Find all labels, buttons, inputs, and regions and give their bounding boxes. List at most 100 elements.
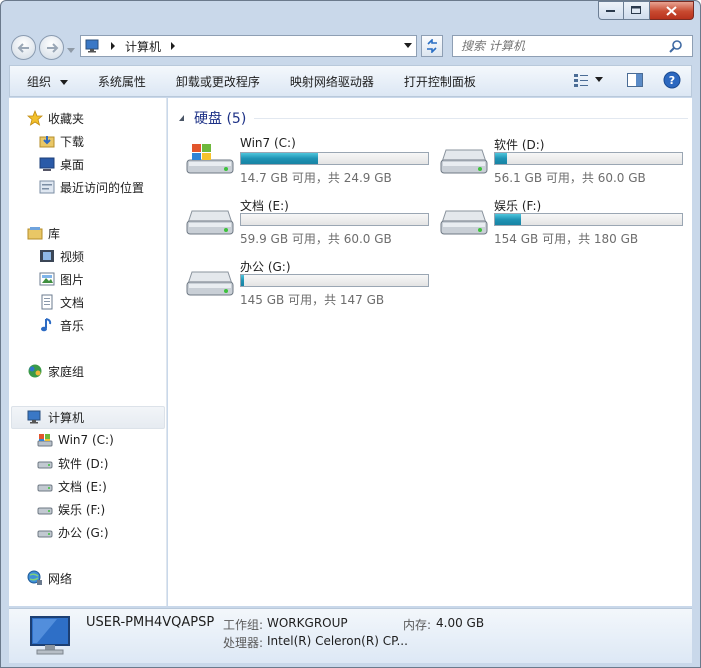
hard-drive-icon <box>37 455 53 471</box>
drive-usage-fill <box>241 275 244 286</box>
forward-button[interactable] <box>39 35 64 60</box>
nav-label: 计算机 <box>48 410 85 425</box>
chevron-down-icon <box>59 79 68 85</box>
drive-usage-bar <box>494 152 683 165</box>
nav-drive-d[interactable]: 软件 (D:) <box>37 453 108 473</box>
nav-libraries[interactable]: 库 <box>27 223 60 243</box>
address-dropdown-icon[interactable] <box>404 43 412 49</box>
back-arrow-icon <box>17 42 29 53</box>
nav-documents[interactable]: 文档 <box>39 292 84 312</box>
collapse-triangle-icon[interactable] <box>178 114 186 122</box>
chevron-down-icon <box>67 48 75 53</box>
toolbar-right: ? <box>573 71 681 89</box>
nav-label: 软件 (D:) <box>58 456 109 471</box>
nav-drive-g[interactable]: 办公 (G:) <box>37 522 109 542</box>
change-view-button[interactable] <box>573 73 603 87</box>
drive-free-space: 14.7 GB 可用，共 24.9 GB <box>240 171 392 185</box>
group-header-hard-drives[interactable]: 硬盘 (5) <box>178 108 688 128</box>
drive-tile[interactable]: 娱乐 (F:) 154 GB 可用，共 180 GB <box>440 195 690 251</box>
content-pane: 硬盘 (5) Win7 (C:) 14.7 GB 可用，共 24.9 GB 软件… <box>168 98 692 606</box>
breadcrumb-computer[interactable]: 计算机 <box>125 38 161 55</box>
drive-tile[interactable]: 文档 (E:) 59.9 GB 可用，共 60.0 GB <box>186 195 436 251</box>
drive-name: Win7 (C:) <box>240 136 296 150</box>
preview-pane-icon[interactable] <box>627 73 643 87</box>
nav-drive-f[interactable]: 娱乐 (F:) <box>37 499 105 519</box>
drive-free-space: 145 GB 可用，共 147 GB <box>240 293 385 307</box>
system-properties-button[interactable]: 系统属性 <box>81 73 159 90</box>
map-network-drive-button[interactable]: 映射网络驱动器 <box>273 73 387 90</box>
workgroup-value: WORKGROUP <box>267 616 348 630</box>
music-icon <box>39 317 55 333</box>
group-title: 硬盘 (5) <box>194 111 247 127</box>
nav-drive-c[interactable]: Win7 (C:) <box>37 430 114 450</box>
drive-usage-fill <box>495 214 522 225</box>
nav-label: 办公 (G:) <box>58 525 109 540</box>
nav-label: 音乐 <box>60 318 85 333</box>
group-divider <box>254 117 688 119</box>
breadcrumb-separator-icon[interactable] <box>169 42 177 50</box>
nav-pictures[interactable]: 图片 <box>39 269 84 289</box>
back-button[interactable] <box>11 35 36 60</box>
drive-usage-bar <box>240 274 429 287</box>
nav-music[interactable]: 音乐 <box>39 315 84 335</box>
computer-icon <box>27 409 43 425</box>
drive-free-space: 154 GB 可用，共 180 GB <box>494 232 639 246</box>
drive-usage-fill <box>241 153 318 164</box>
uninstall-program-button[interactable]: 卸载或更改程序 <box>159 73 273 90</box>
desktop-icon <box>39 156 55 172</box>
memory-value: 4.00 GB <box>436 616 485 630</box>
drive-usage-bar <box>240 213 429 226</box>
nav-computer[interactable]: 计算机 <box>27 407 84 427</box>
workgroup-label: 工作组: <box>223 618 264 632</box>
nav-homegroup[interactable]: 家庭组 <box>27 361 84 381</box>
nav-drive-e[interactable]: 文档 (E:) <box>37 476 107 496</box>
organize-menu[interactable]: 组织 <box>10 73 81 90</box>
nav-downloads[interactable]: 下载 <box>39 131 84 151</box>
computer-icon <box>85 39 99 53</box>
downloads-folder-icon <box>39 133 55 149</box>
refresh-button[interactable] <box>421 35 443 57</box>
processor-value: Intel(R) Celeron(R) CP... <box>267 634 408 648</box>
nav-label: 桌面 <box>60 157 85 172</box>
drive-tile[interactable]: 办公 (G:) 145 GB 可用，共 147 GB <box>186 256 436 312</box>
maximize-button[interactable] <box>624 1 650 20</box>
address-row: 计算机 <box>1 29 700 65</box>
drive-tile[interactable]: Win7 (C:) 14.7 GB 可用，共 24.9 GB <box>186 134 436 190</box>
maximize-icon <box>631 6 641 14</box>
drive-tile[interactable]: 软件 (D:) 56.1 GB 可用，共 60.0 GB <box>440 134 690 190</box>
drive-name: 软件 (D:) <box>494 138 545 152</box>
breadcrumb-separator-icon <box>111 42 115 50</box>
hard-drive-icon <box>37 478 53 494</box>
system-drive-icon <box>186 144 234 174</box>
hard-drive-icon <box>37 524 53 540</box>
recent-places-icon <box>39 179 55 195</box>
nav-desktop[interactable]: 桌面 <box>39 154 84 174</box>
nav-videos[interactable]: 视频 <box>39 246 84 266</box>
nav-favorites[interactable]: 收藏夹 <box>27 108 84 128</box>
search-box[interactable] <box>452 35 693 57</box>
nav-label: 网络 <box>48 571 73 586</box>
svg-text:?: ? <box>669 74 675 87</box>
nav-label: 图片 <box>60 272 85 287</box>
library-icon <box>27 225 43 241</box>
star-icon <box>27 110 43 126</box>
close-icon <box>666 5 677 16</box>
nav-recent-places[interactable]: 最近访问的位置 <box>39 177 144 197</box>
help-icon[interactable]: ? <box>663 71 681 89</box>
nav-label: Win7 (C:) <box>58 433 114 447</box>
drive-free-space: 56.1 GB 可用，共 60.0 GB <box>494 171 646 185</box>
chevron-down-icon <box>595 77 603 82</box>
address-bar[interactable]: 计算机 <box>80 35 417 57</box>
minimize-button[interactable] <box>598 1 624 20</box>
history-dropdown[interactable] <box>67 43 75 57</box>
command-bar: 组织 系统属性 卸载或更改程序 映射网络驱动器 打开控制面板 ? <box>9 65 692 97</box>
open-control-panel-button[interactable]: 打开控制面板 <box>387 73 489 90</box>
hard-drive-icon <box>186 271 234 296</box>
close-button[interactable] <box>650 1 694 20</box>
search-icon[interactable] <box>669 39 683 53</box>
search-input[interactable] <box>453 39 663 53</box>
hard-drive-icon <box>37 501 53 517</box>
nav-network[interactable]: 网络 <box>27 568 72 588</box>
drive-free-space: 59.9 GB 可用，共 60.0 GB <box>240 232 392 246</box>
drive-name: 文档 (E:) <box>240 199 289 213</box>
